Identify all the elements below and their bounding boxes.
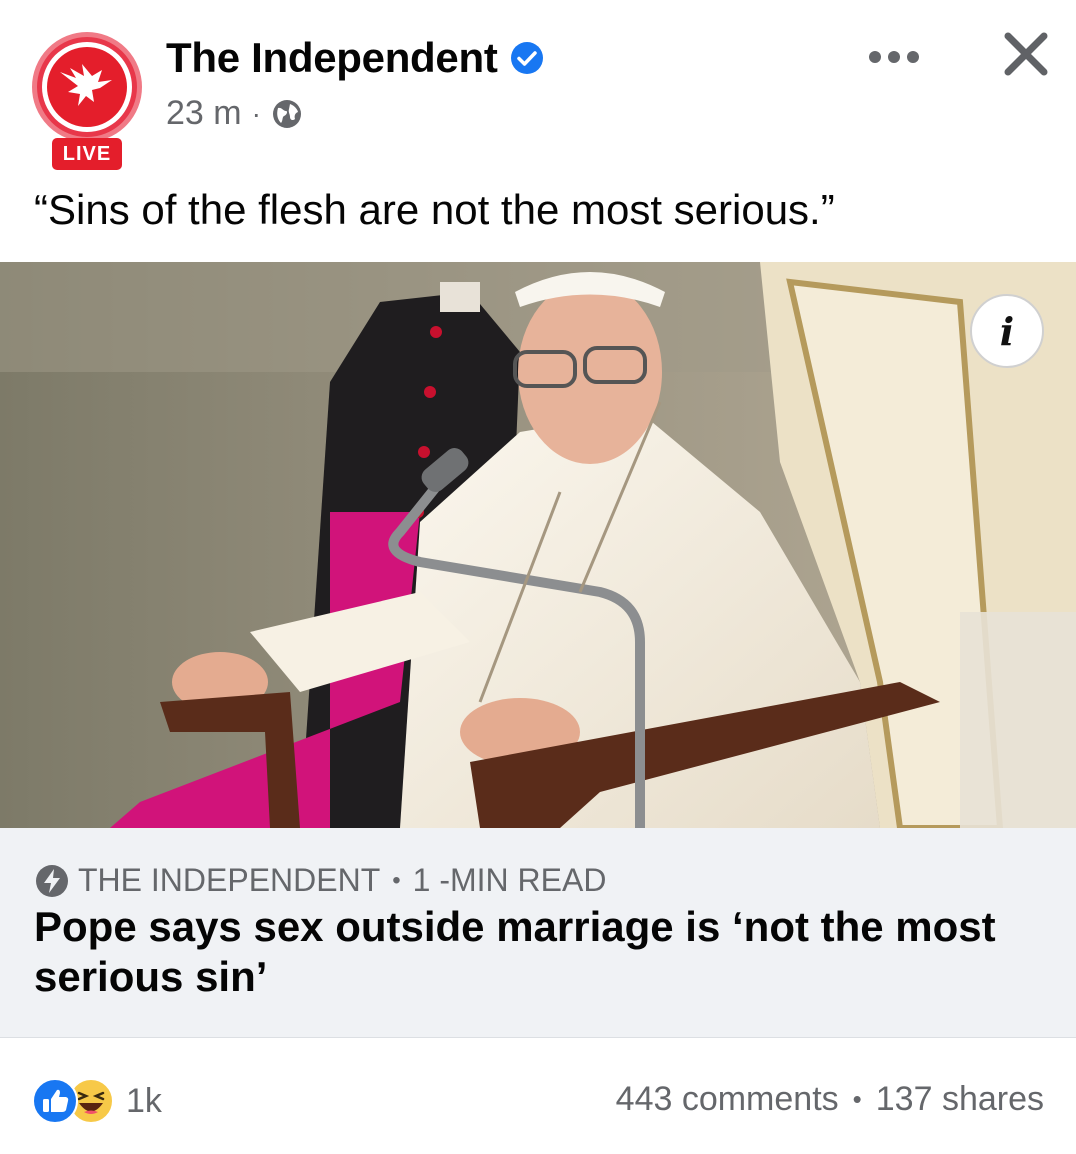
- read-time: 1 -MIN READ: [412, 862, 607, 898]
- post-text: “Sins of the flesh are not the most seri…: [34, 186, 835, 233]
- post-photo[interactable]: [0, 262, 1076, 828]
- post-time[interactable]: 23 m: [166, 94, 242, 133]
- globe-icon: [272, 99, 301, 128]
- verified-badge-icon: [510, 42, 543, 74]
- info-icon[interactable]: i: [970, 294, 1044, 368]
- more-options-icon[interactable]: [866, 42, 922, 72]
- shares-count[interactable]: 137 shares: [876, 1080, 1044, 1119]
- source-separator: •: [392, 866, 401, 894]
- instant-article-bolt-icon: [36, 864, 68, 897]
- engagement-stats: 443 comments • 137 shares: [616, 1080, 1044, 1119]
- like-icon: [32, 1078, 78, 1124]
- stats-separator: •: [852, 1084, 862, 1114]
- close-icon[interactable]: [1000, 28, 1052, 80]
- live-badge: LIVE: [52, 138, 122, 170]
- post-meta: 23 m ·: [166, 94, 303, 133]
- meta-separator: ·: [251, 97, 261, 129]
- post-header: LIVE The Independent 23 m ·: [0, 0, 1076, 170]
- link-headline[interactable]: Pope says sex outside marriage is ‘not t…: [34, 902, 1034, 1002]
- photo-illustration: [0, 262, 1076, 828]
- reactions-summary[interactable]: 1k: [32, 1078, 162, 1124]
- avatar-ring: [32, 32, 142, 142]
- page-name[interactable]: The Independent: [166, 34, 498, 82]
- post-footer: 1k 443 comments • 137 shares: [0, 1040, 1076, 1154]
- page-name-row: The Independent: [166, 34, 544, 82]
- page-avatar[interactable]: LIVE: [32, 32, 142, 172]
- comments-count[interactable]: 443 comments: [616, 1080, 839, 1119]
- link-source: THE INDEPENDENT: [78, 862, 381, 898]
- link-source-row: THE INDEPENDENT • 1 -MIN READ: [34, 862, 606, 899]
- reaction-count: 1k: [126, 1081, 162, 1120]
- eagle-logo-icon: [47, 47, 127, 127]
- link-preview[interactable]: THE INDEPENDENT • 1 -MIN READ Pope says …: [0, 828, 1076, 1038]
